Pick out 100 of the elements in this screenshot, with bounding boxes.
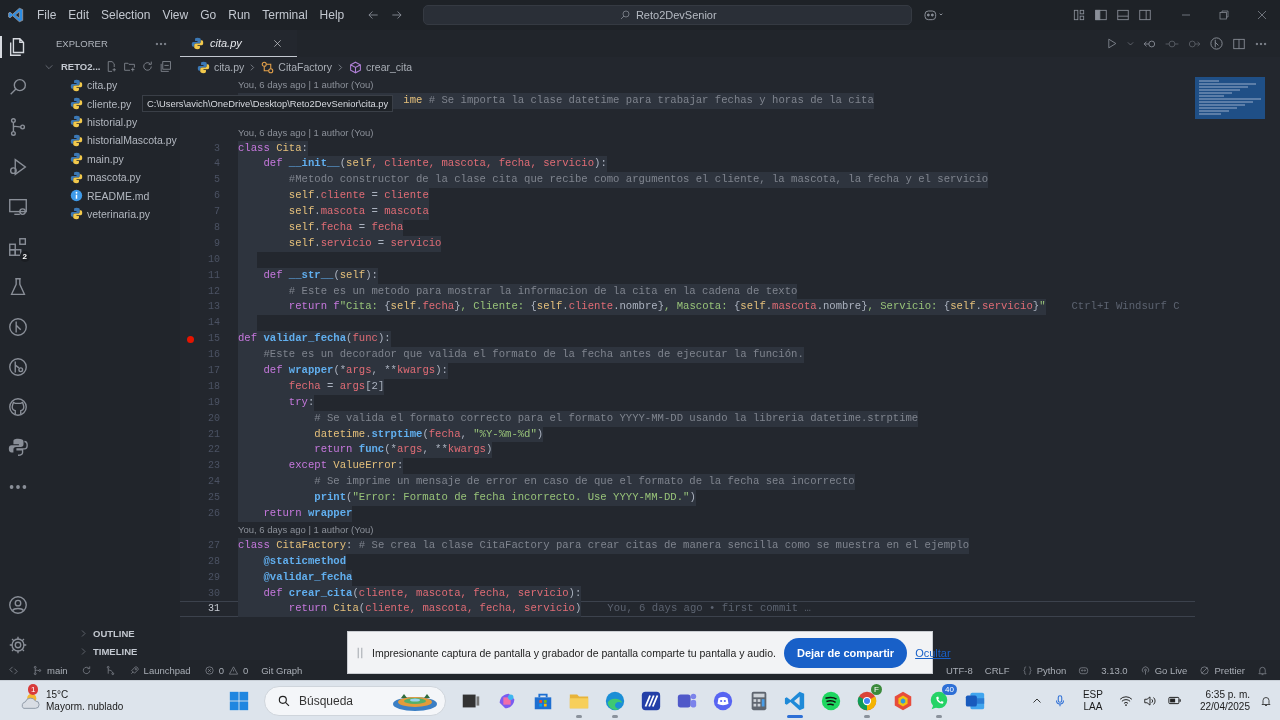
codelens-link[interactable]: You, 6 days ago | 1 author (You) [238, 124, 374, 141]
section-header[interactable]: OUTLINE [34, 624, 180, 642]
chevron-right-icon [336, 62, 346, 72]
browser-icon[interactable] [856, 689, 878, 712]
sidebar-toggle-icon[interactable] [1094, 8, 1108, 22]
menu-item[interactable]: Run [227, 8, 252, 22]
warning-icon [227, 664, 239, 676]
search-icon [618, 9, 631, 21]
error-icon [203, 664, 215, 676]
new-folder-icon[interactable] [123, 60, 137, 73]
stop-sharing-button[interactable]: Dejar de compartir [783, 637, 908, 668]
windows-start-icon[interactable] [228, 689, 250, 712]
chevron-right-icon [248, 62, 258, 72]
back-arrow-icon[interactable] [366, 8, 381, 22]
tree-item[interactable]: cita.py [34, 76, 180, 95]
run-debug-icon[interactable] [7, 156, 29, 178]
browser-swirl-icon[interactable] [604, 689, 626, 712]
tree-item[interactable]: mascota.py [34, 167, 180, 187]
menu-item[interactable]: Help [318, 8, 346, 22]
breadcrumb-item[interactable]: cita.py [197, 60, 245, 74]
menu-item[interactable]: Selection [100, 8, 152, 22]
sync-icon[interactable] [80, 664, 92, 676]
minimap-drawing[interactable] [1195, 77, 1265, 119]
status-item[interactable]: Go Live [1139, 664, 1188, 676]
status-item[interactable]: Git Graph [261, 664, 303, 676]
account-icon[interactable] [7, 594, 29, 616]
music-app-icon[interactable] [820, 689, 842, 712]
tree-item[interactable]: historialMascota.py [34, 131, 180, 150]
vscode-logo-icon [8, 7, 24, 23]
branch-icon [32, 664, 43, 676]
path-tooltip: C:\Users\avich\OneDrive\Desktop\Reto2DevSenior\cita.py [142, 95, 394, 112]
problems-status[interactable]: 0 0 [203, 664, 249, 676]
game-controller-app-icon[interactable] [712, 689, 734, 712]
hexagon-app-icon[interactable] [892, 689, 914, 712]
monitor-icon[interactable] [7, 196, 29, 218]
copilot-icon[interactable] [922, 7, 945, 23]
tree-item[interactable]: historial.py [34, 112, 180, 132]
folder-label[interactable]: RETO2... [59, 61, 101, 72]
bell-icon[interactable] [1257, 664, 1268, 676]
python-icon[interactable] [7, 436, 29, 458]
status-item[interactable]: 3.13.0 [1101, 664, 1128, 676]
settings-icon[interactable] [7, 634, 29, 656]
info-icon [70, 189, 83, 203]
status-item[interactable]: Prettier [1199, 664, 1245, 676]
status-item[interactable]: Launchpad [128, 664, 191, 676]
notification-bell-icon[interactable] [1260, 694, 1272, 707]
codelens-link[interactable]: You, 6 days ago | 1 author (You) [238, 521, 374, 538]
extensions-icon[interactable] [7, 236, 29, 258]
breadcrumb-item[interactable]: CitaFactory [261, 60, 333, 74]
close-icon[interactable] [271, 37, 283, 49]
count-badge: 2 [19, 251, 30, 262]
clock[interactable]: 6:35 p. m. 22/04/2025 [1199, 688, 1250, 713]
tree-item[interactable]: veterinaria.py [34, 204, 180, 224]
github-icon[interactable] [7, 396, 29, 418]
count-badge: 40 [942, 683, 957, 695]
panel-toggle-icon[interactable] [1116, 8, 1130, 22]
new-file-icon[interactable] [105, 60, 119, 73]
gitlens-icon[interactable] [104, 664, 116, 676]
run-icon[interactable] [1105, 37, 1118, 50]
status-item[interactable]: UTF-8 [945, 664, 973, 676]
stripes-app-icon[interactable] [640, 689, 662, 712]
taskbar-search[interactable]: Búsqueda [264, 685, 446, 716]
notification-message: Impresionante captura de pantalla y grabador de pantalla comparte tu pantalla y audio. [372, 646, 776, 659]
close-icon[interactable] [1256, 9, 1268, 21]
python-file-icon [70, 133, 83, 147]
collapse-all-icon[interactable] [159, 60, 173, 73]
wifi-icon[interactable] [1118, 693, 1133, 708]
restore-icon[interactable] [1218, 9, 1230, 21]
tree-item[interactable]: main.py [34, 149, 180, 168]
language-indicator[interactable]: ESP LAA [1082, 688, 1103, 713]
menu-item[interactable]: Go [199, 8, 218, 22]
volume-icon[interactable] [1142, 693, 1157, 708]
menu-item[interactable]: Edit [67, 8, 91, 22]
menu-item[interactable]: View [161, 8, 190, 22]
copilot-icon[interactable] [1078, 664, 1090, 676]
remote-icon[interactable] [8, 664, 19, 676]
notification-badge: 1 [28, 683, 39, 695]
section-header[interactable]: TIMELINE [34, 642, 180, 660]
gitlens-icon[interactable] [7, 356, 29, 378]
tree-item[interactable]: README.md [34, 186, 180, 205]
breakpoint-icon[interactable] [186, 335, 194, 343]
status-item[interactable]: CRLF [984, 664, 1010, 676]
command-center-search[interactable]: Reto2DevSenior [423, 5, 913, 25]
breadcrumb-item[interactable]: crear_cita [349, 60, 413, 74]
drag-handle-icon[interactable] [356, 645, 364, 660]
git-graph-icon[interactable] [7, 316, 29, 338]
gitlens-icon[interactable] [1209, 36, 1224, 51]
python-file-icon [70, 207, 83, 221]
menu-item[interactable]: Terminal [261, 8, 309, 22]
status-item[interactable]: Python [1021, 664, 1067, 676]
rocket-icon [128, 664, 140, 676]
secondary-sidebar-icon[interactable] [1138, 8, 1152, 22]
split-editor-icon[interactable] [1232, 36, 1246, 51]
python-file-icon [70, 115, 83, 129]
code-editor-icon[interactable] [784, 689, 806, 712]
menu-item[interactable]: File [36, 8, 58, 22]
refresh-icon[interactable] [141, 60, 155, 73]
codelens-link[interactable]: You, 6 days ago | 1 author (You) [238, 77, 374, 93]
layout-icon[interactable] [1072, 8, 1086, 22]
status-item[interactable]: main [32, 664, 68, 676]
